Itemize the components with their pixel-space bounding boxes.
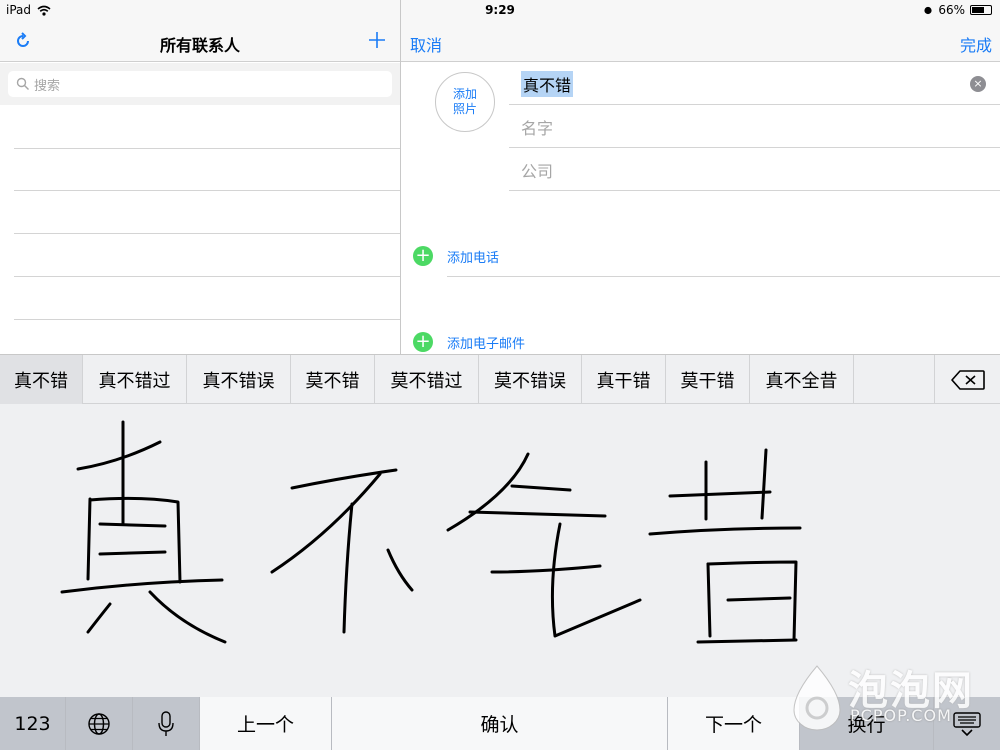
previous-key[interactable]: 上一个: [200, 697, 332, 750]
add-phone-label: 添加电话: [447, 250, 500, 266]
list-divider: [14, 148, 400, 149]
candidate-item[interactable]: 莫不错误: [479, 355, 582, 404]
status-time: 9:29: [485, 3, 515, 17]
search-input[interactable]: 搜索: [8, 71, 392, 97]
add-contact-button[interactable]: [368, 25, 386, 55]
add-email-icon: +: [413, 332, 433, 352]
candidate-item[interactable]: 真不全昔: [750, 355, 854, 404]
return-key[interactable]: 换行: [800, 697, 934, 750]
next-key[interactable]: 下一个: [668, 697, 800, 750]
search-icon: [16, 77, 29, 90]
battery-icon: [970, 5, 992, 15]
microphone-icon: [158, 710, 174, 736]
numbers-key[interactable]: 123: [0, 697, 66, 750]
candidate-item[interactable]: 莫不错: [291, 355, 375, 404]
confirm-key[interactable]: 确认: [332, 697, 668, 750]
candidate-item[interactable]: 真不错过: [83, 355, 187, 404]
list-divider: [14, 319, 400, 320]
add-photo-button[interactable]: 添加 照片: [435, 72, 495, 132]
candidate-bar: 真不错 真不错过 真不错误 莫不错 莫不错过 莫不错误 真干错 莫干错 真不全昔: [0, 354, 1000, 404]
backspace-icon: [950, 369, 985, 390]
new-contact-pane: 取消 完成 添加 照片 真不错 × 名字 公司 + 添加电话 + 添加电子邮件: [401, 22, 1000, 354]
company-field[interactable]: 公司: [509, 149, 1000, 191]
handwriting-strokes: [60, 420, 802, 644]
cancel-button[interactable]: 取消: [410, 32, 442, 56]
list-divider: [14, 233, 400, 234]
list-divider: [14, 276, 400, 277]
done-button[interactable]: 完成: [960, 32, 992, 56]
contacts-list-pane: 所有联系人 搜索: [0, 22, 400, 354]
add-email-label: 添加电子邮件: [447, 336, 526, 352]
page-title: 所有联系人: [159, 36, 240, 55]
clear-icon[interactable]: ×: [970, 76, 986, 92]
candidate-item[interactable]: 真不错: [0, 355, 83, 404]
globe-icon: [88, 712, 110, 735]
new-contact-nav-bar: 取消 完成: [401, 22, 1000, 62]
add-photo-label-1: 添加: [452, 87, 477, 101]
add-phone-row[interactable]: + 添加电话: [413, 246, 499, 266]
status-right: 66%: [923, 3, 992, 17]
candidate-item[interactable]: 真干错: [582, 355, 666, 404]
last-name-field[interactable]: 真不错 ×: [509, 63, 1000, 105]
add-photo-label-2: 照片: [452, 102, 477, 116]
hide-keyboard-icon: [953, 711, 981, 736]
section-divider: [447, 276, 1000, 277]
add-phone-icon: +: [413, 246, 433, 266]
search-placeholder: 搜索: [34, 78, 61, 94]
candidate-item[interactable]: 莫干错: [666, 355, 750, 404]
battery-percent: 66%: [938, 3, 965, 17]
list-divider: [14, 190, 400, 191]
company-placeholder: 公司: [521, 161, 554, 181]
dictation-key[interactable]: [133, 697, 200, 750]
plus-icon: [369, 32, 385, 48]
globe-key[interactable]: [66, 697, 133, 750]
first-name-field[interactable]: 名字: [509, 106, 1000, 148]
contacts-nav-bar: 所有联系人: [0, 22, 400, 62]
alarm-icon: [924, 6, 932, 15]
search-bar: 搜索: [0, 63, 400, 105]
candidate-item[interactable]: 莫不错过: [375, 355, 479, 404]
first-name-placeholder: 名字: [521, 118, 554, 138]
handwriting-pad[interactable]: [0, 404, 1000, 697]
add-email-row[interactable]: + 添加电子邮件: [413, 332, 525, 352]
candidate-item[interactable]: 真不错误: [187, 355, 291, 404]
hide-keyboard-key[interactable]: [934, 697, 1000, 750]
backspace-button[interactable]: [934, 355, 1000, 404]
keyboard-bottom-row: 123 上一个 确认 下一个 换行: [0, 697, 1000, 750]
status-bar: iPad 9:29 66%: [0, 0, 1000, 22]
last-name-value: 真不错: [521, 70, 574, 97]
